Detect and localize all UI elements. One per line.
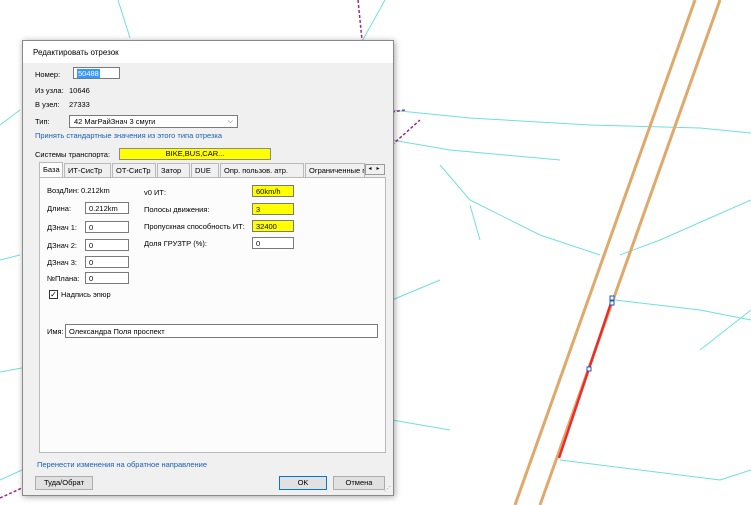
map-link	[0, 109, 21, 126]
map-link-dashed	[391, 119, 421, 146]
swap-direction-button[interactable]: Туда/Обрат	[35, 476, 93, 490]
tab-time-restricted[interactable]: Ограниченные по вр	[305, 163, 365, 177]
scroll-left-icon[interactable]: ◂	[366, 165, 374, 174]
from-node-value: 10646	[69, 86, 90, 95]
tab-panel-base	[39, 177, 386, 453]
type-select[interactable]: 42 МагРайЗнач 3 смуги ⌵	[69, 115, 238, 128]
map-link	[391, 279, 441, 301]
checkmark-icon: ✓	[50, 290, 57, 299]
chevron-down-icon: ⌵	[227, 118, 233, 125]
d3-input[interactable]: 0	[85, 256, 129, 268]
main-road-right	[538, 0, 722, 505]
map-link	[614, 299, 751, 321]
map-link	[389, 109, 751, 134]
plan-label: №Плана:	[47, 274, 80, 283]
type-label: Тип:	[35, 117, 50, 126]
selected-link	[557, 299, 614, 459]
length-input[interactable]: 0.212km	[85, 202, 129, 214]
number-input[interactable]: 50488	[73, 67, 120, 79]
v0-input[interactable]: 60km/h	[252, 185, 294, 197]
map-link	[0, 469, 23, 481]
number-label: Номер:	[35, 70, 61, 79]
map-link-dashed	[0, 487, 23, 499]
edit-link-dialog: Редактировать отрезок Номер: 50488 Из уз…	[22, 40, 394, 496]
tab-user-attributes[interactable]: Опр. пользов. атр.	[220, 163, 304, 177]
scroll-right-icon[interactable]: ▸	[374, 165, 382, 174]
transport-systems-button[interactable]: BIKE,BUS,CAR...	[119, 148, 271, 160]
map-link	[117, 0, 131, 39]
number-value: 50488	[77, 69, 100, 78]
ok-button[interactable]: OK	[279, 476, 327, 490]
dialog-title: Редактировать отрезок	[33, 48, 119, 57]
plan-input[interactable]: 0	[85, 272, 129, 284]
map-link	[469, 204, 481, 241]
lanes-label: Полосы движения:	[144, 205, 210, 214]
tab-scroll-buttons: ◂ ▸	[365, 164, 385, 175]
map-link	[0, 254, 21, 261]
truck-share-input[interactable]: 0	[252, 237, 294, 249]
node-marker	[586, 366, 592, 372]
diagram-label-text: Надпись эпюр	[61, 290, 111, 299]
node-marker	[609, 295, 615, 301]
resize-grip-icon[interactable]: ⋰	[384, 485, 391, 493]
map-link	[439, 164, 601, 256]
name-input[interactable]: Олександра Поля проспект	[65, 324, 378, 338]
to-node-value: 27333	[69, 100, 90, 109]
length-label: Длина:	[47, 204, 72, 213]
tab-congestion[interactable]: Затор	[157, 163, 190, 177]
airline-label: ВоздЛин:	[47, 186, 80, 195]
tab-base[interactable]: База	[39, 162, 63, 178]
truck-share-label: Доля ГРУЗТР (%):	[144, 239, 207, 248]
cancel-button[interactable]: Отмена	[333, 476, 385, 490]
main-road-left	[513, 0, 697, 505]
lanes-input[interactable]: 3	[252, 203, 294, 215]
tab-ot-systr[interactable]: ОТ-СисТр	[112, 163, 156, 177]
d1-label: ДЗнач 1:	[47, 223, 78, 232]
map-link	[699, 309, 751, 351]
reverse-direction-link[interactable]: Перенести изменения на обратное направле…	[37, 460, 207, 470]
titlebar: Редактировать отрезок	[23, 41, 393, 63]
map-link	[359, 0, 386, 46]
v0-label: v0 ИТ:	[144, 188, 167, 197]
to-node-label: В узел:	[35, 100, 60, 109]
apply-defaults-link[interactable]: Принять стандартные значения из этого ти…	[35, 131, 222, 141]
node-marker	[609, 300, 615, 306]
capacity-input[interactable]: 32400	[252, 220, 294, 232]
d1-input[interactable]: 0	[85, 221, 129, 233]
tab-due[interactable]: DUE	[191, 163, 219, 177]
map-link	[0, 367, 23, 373]
d2-label: ДЗнач 2:	[47, 241, 78, 250]
map-link	[391, 419, 451, 431]
transport-label: Системы транспорта:	[35, 150, 111, 159]
d3-label: ДЗнач 3:	[47, 258, 78, 267]
name-label: Имя:	[47, 327, 64, 336]
map-link	[391, 139, 561, 161]
d2-input[interactable]: 0	[85, 239, 129, 251]
type-value: 42 МагРайЗнач 3 смуги	[74, 117, 156, 126]
from-node-label: Из узла:	[35, 86, 64, 95]
map-link-dashed	[357, 0, 363, 41]
map-link	[559, 459, 751, 481]
airline-value: 0.212km	[81, 186, 110, 195]
diagram-label-checkbox[interactable]: ✓	[49, 290, 58, 299]
capacity-label: Пропускная способность ИТ:	[144, 222, 245, 231]
tab-it-systr[interactable]: ИТ-СисТр	[64, 163, 111, 177]
